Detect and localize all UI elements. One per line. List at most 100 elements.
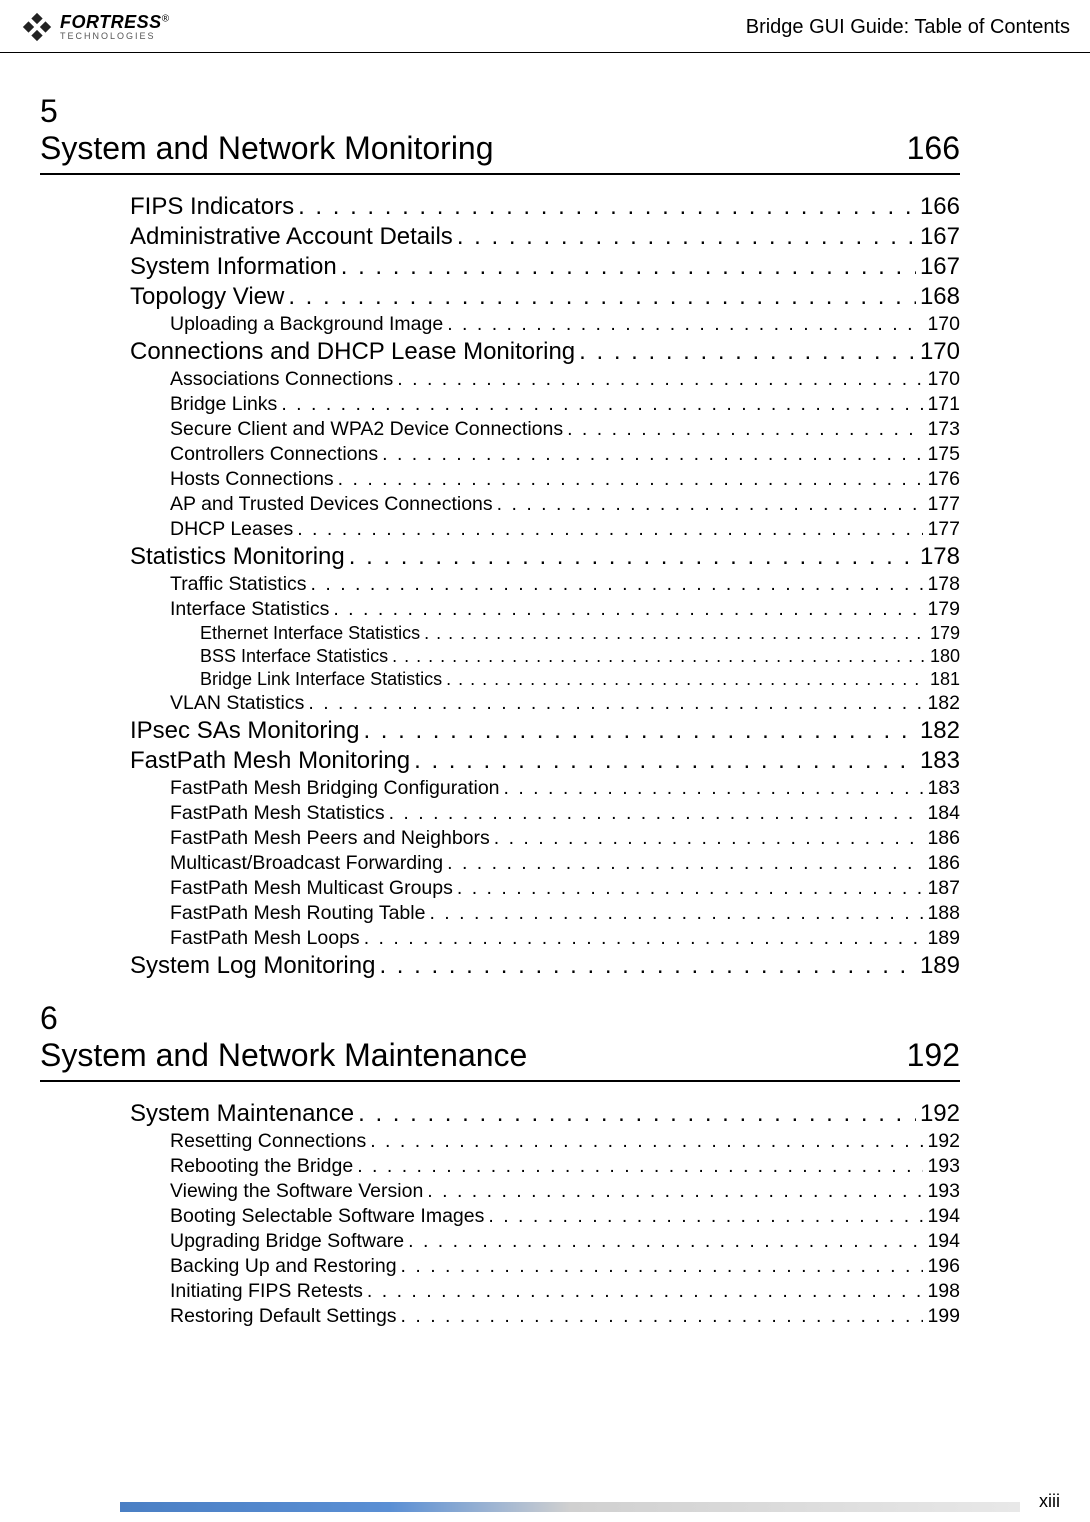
toc-leader-dots — [333, 598, 923, 621]
toc-entry[interactable]: Statistics Monitoring178 — [130, 543, 960, 571]
toc-entry[interactable]: Traffic Statistics178 — [170, 573, 960, 596]
toc-entry-label: Bridge Link Interface Statistics — [200, 669, 442, 690]
toc-entry-page: 167 — [920, 253, 960, 281]
toc-leader-dots — [427, 1180, 923, 1203]
toc-leader-dots — [379, 952, 916, 980]
toc-entry-label: FastPath Mesh Monitoring — [130, 747, 410, 775]
toc-entry[interactable]: Resetting Connections 192 — [170, 1130, 960, 1153]
page-footer: xiii — [0, 1502, 1090, 1512]
toc-leader-dots — [408, 1230, 923, 1253]
toc-entry[interactable]: Bridge Links 171 — [170, 393, 960, 416]
toc-entry-page: 193 — [927, 1155, 960, 1178]
toc-leader-dots — [447, 852, 923, 875]
chapter-heading-row: System and Network Maintenance192 — [40, 1037, 960, 1082]
toc-leader-dots — [401, 1255, 924, 1278]
chapter-page: 166 — [907, 130, 960, 167]
toc-entry[interactable]: Initiating FIPS Retests198 — [170, 1280, 960, 1303]
toc-entry-label: Associations Connections — [170, 368, 393, 391]
toc-entry-page: 183 — [920, 747, 960, 775]
toc-entry[interactable]: Hosts Connections176 — [170, 468, 960, 491]
toc-entry-page: 193 — [927, 1180, 960, 1203]
toc-entry-page: 186 — [927, 852, 960, 875]
toc-entry-page: 182 — [920, 717, 960, 745]
toc-entry-page: 192 — [927, 1130, 960, 1153]
toc-entry-page: 194 — [927, 1230, 960, 1253]
toc-entry[interactable]: Ethernet Interface Statistics179 — [200, 623, 960, 644]
toc-entry[interactable]: Secure Client and WPA2 Device Connection… — [170, 418, 960, 441]
logo-registered: ® — [162, 14, 169, 25]
toc-entry[interactable]: FastPath Mesh Loops189 — [170, 927, 960, 950]
toc-entry-page: 170 — [920, 338, 960, 366]
toc-entry-label: AP and Trusted Devices Connections — [170, 493, 493, 516]
toc-leader-dots — [363, 717, 916, 745]
toc-entry[interactable]: Rebooting the Bridge193 — [170, 1155, 960, 1178]
toc-entry[interactable]: Interface Statistics179 — [170, 598, 960, 621]
toc-entry-label: Interface Statistics — [170, 598, 329, 621]
toc-entry-label: DHCP Leases — [170, 518, 293, 541]
toc-entry-label: Uploading a Background Image — [170, 313, 443, 336]
toc-entry-page: 182 — [927, 692, 960, 715]
toc-entry[interactable]: Associations Connections 170 — [170, 368, 960, 391]
toc-entry-page: 170 — [927, 368, 960, 391]
toc-entry[interactable]: Upgrading Bridge Software194 — [170, 1230, 960, 1253]
toc-leader-dots — [341, 253, 916, 281]
toc-entry[interactable]: FastPath Mesh Monitoring 183 — [130, 747, 960, 775]
toc-entry-label: Resetting Connections — [170, 1130, 366, 1153]
toc-entry-page: 177 — [927, 518, 960, 541]
toc-leader-dots — [311, 573, 924, 596]
toc-entry[interactable]: Bridge Link Interface Statistics181 — [200, 669, 960, 690]
toc-entry[interactable]: Topology View 168 — [130, 283, 960, 311]
toc-entry-label: Bridge Links — [170, 393, 277, 416]
toc-entry[interactable]: Viewing the Software Version 193 — [170, 1180, 960, 1203]
toc-entry-label: Booting Selectable Software Images — [170, 1205, 484, 1228]
toc-leader-dots — [358, 1100, 916, 1128]
toc-entry[interactable]: FastPath Mesh Bridging Configuration183 — [170, 777, 960, 800]
toc-entry-label: FastPath Mesh Loops — [170, 927, 360, 950]
toc-entry-page: 187 — [927, 877, 960, 900]
toc-entry-page: 189 — [920, 952, 960, 980]
chapter-number: 5 — [40, 93, 960, 130]
toc-entry-label: Viewing the Software Version — [170, 1180, 423, 1203]
toc-entry[interactable]: System Log Monitoring189 — [130, 952, 960, 980]
toc-entry[interactable]: System Maintenance192 — [130, 1100, 960, 1128]
toc-entry[interactable]: Booting Selectable Software Images194 — [170, 1205, 960, 1228]
toc-entry-label: Backing Up and Restoring — [170, 1255, 397, 1278]
toc-entry-label: Controllers Connections — [170, 443, 378, 466]
toc-entry[interactable]: FastPath Mesh Peers and Neighbors186 — [170, 827, 960, 850]
toc-leader-dots — [497, 493, 924, 516]
toc-entry-page: 177 — [927, 493, 960, 516]
toc-entry[interactable]: DHCP Leases 177 — [170, 518, 960, 541]
toc-entry[interactable]: Restoring Default Settings199 — [170, 1305, 960, 1328]
toc-leader-dots — [370, 1130, 923, 1153]
toc-entry-page: 171 — [927, 393, 960, 416]
toc-entry-page: 175 — [927, 443, 960, 466]
toc-entry[interactable]: FastPath Mesh Statistics184 — [170, 802, 960, 825]
toc-entry[interactable]: FastPath Mesh Multicast Groups187 — [170, 877, 960, 900]
toc-entry-label: Connections and DHCP Lease Monitoring — [130, 338, 575, 366]
toc-entry[interactable]: FastPath Mesh Routing Table188 — [170, 902, 960, 925]
toc-entry-label: VLAN Statistics — [170, 692, 304, 715]
toc-entry[interactable]: BSS Interface Statistics180 — [200, 646, 960, 667]
toc-entry[interactable]: AP and Trusted Devices Connections 177 — [170, 493, 960, 516]
toc-entry[interactable]: Administrative Account Details167 — [130, 223, 960, 251]
toc-leader-dots — [579, 338, 916, 366]
toc-entry[interactable]: VLAN Statistics 182 — [170, 692, 960, 715]
toc-entry-label: Topology View — [130, 283, 284, 311]
toc-entry-label: FastPath Mesh Bridging Configuration — [170, 777, 500, 800]
logo-icon — [20, 10, 54, 44]
toc-entry-label: Restoring Default Settings — [170, 1305, 397, 1328]
toc-entry[interactable]: Multicast/Broadcast Forwarding186 — [170, 852, 960, 875]
toc-entry[interactable]: IPsec SAs Monitoring 182 — [130, 717, 960, 745]
toc-leader-dots — [429, 902, 923, 925]
toc-entry-page: 168 — [920, 283, 960, 311]
toc-entry[interactable]: Connections and DHCP Lease Monitoring 170 — [130, 338, 960, 366]
toc-entry[interactable]: Uploading a Background Image170 — [170, 313, 960, 336]
toc-entry[interactable]: System Information167 — [130, 253, 960, 281]
toc-entry[interactable]: Controllers Connections 175 — [170, 443, 960, 466]
toc-content: 5System and Network Monitoring166FIPS In… — [0, 53, 1090, 1328]
toc-entry-page: 178 — [927, 573, 960, 596]
toc-entry-label: IPsec SAs Monitoring — [130, 717, 359, 745]
toc-entry[interactable]: FIPS Indicators166 — [130, 193, 960, 221]
logo-sub-text: TECHNOLOGIES — [60, 32, 169, 41]
toc-entry[interactable]: Backing Up and Restoring196 — [170, 1255, 960, 1278]
